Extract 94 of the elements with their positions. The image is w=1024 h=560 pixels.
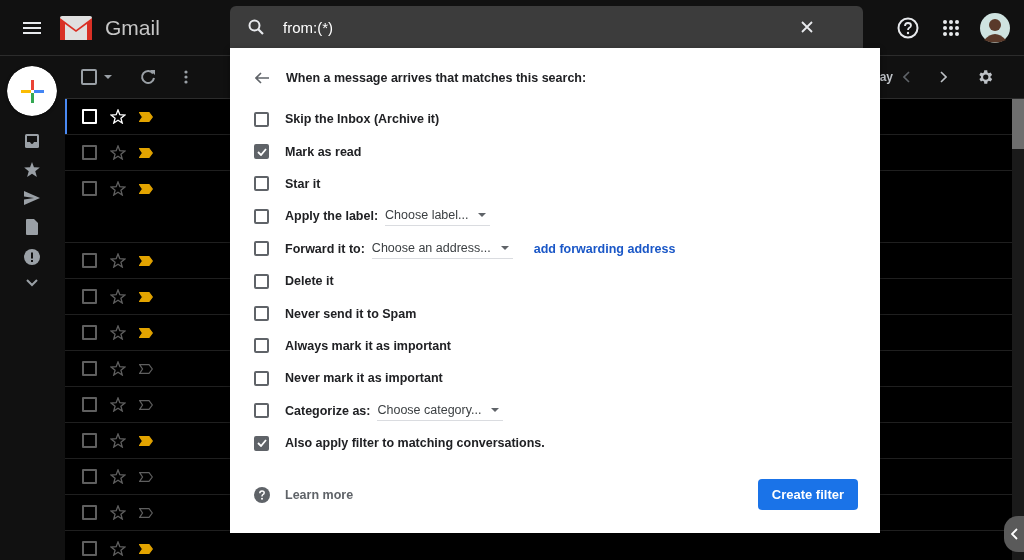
star-icon[interactable]	[110, 289, 126, 304]
chevron-left-icon[interactable]	[1010, 528, 1018, 540]
dropdown[interactable]: Choose an address...	[371, 238, 513, 259]
avatar[interactable]	[980, 12, 1010, 43]
row-checkbox[interactable]	[82, 181, 97, 196]
importance-marker-icon[interactable]	[139, 291, 153, 302]
importance-marker-icon[interactable]	[139, 471, 153, 482]
checkbox[interactable]	[254, 338, 269, 354]
row-checkbox[interactable]	[82, 541, 97, 556]
checkbox[interactable]	[254, 111, 269, 127]
option-label: Apply the label:	[285, 209, 379, 224]
checkbox[interactable]	[254, 176, 269, 192]
select-all-checkbox[interactable]	[81, 69, 97, 85]
alert-icon[interactable]	[23, 249, 40, 265]
expand-icon[interactable]	[25, 279, 38, 287]
envelope-logo-icon	[60, 15, 92, 40]
importance-marker-icon[interactable]	[139, 399, 153, 410]
checkbox[interactable]	[254, 273, 269, 289]
create-filter-button[interactable]: Create filter	[757, 479, 858, 511]
star-icon[interactable]	[110, 361, 126, 376]
row-checkbox[interactable]	[82, 325, 97, 340]
checkbox[interactable]	[254, 208, 269, 224]
search-icon[interactable]	[248, 19, 264, 35]
row-checkbox[interactable]	[82, 397, 97, 412]
scrollbar[interactable]	[1012, 99, 1024, 560]
checkbox[interactable]	[254, 144, 269, 160]
importance-marker-icon[interactable]	[139, 327, 153, 338]
star-icon[interactable]	[110, 145, 126, 160]
app-name: Gmail	[105, 15, 160, 40]
option-label: Categorize as:	[285, 403, 371, 418]
search-field[interactable]: from:(*)	[230, 6, 863, 48]
menu-icon[interactable]	[23, 21, 41, 34]
dialog-heading: When a message arrives that matches this search:	[286, 71, 587, 85]
row-checkbox[interactable]	[82, 145, 97, 160]
side-panel-toggle[interactable]	[1004, 516, 1024, 552]
option-label: Star it	[285, 176, 321, 191]
back-arrow-icon[interactable]	[255, 72, 269, 84]
more-icon[interactable]	[184, 70, 188, 84]
help-icon[interactable]	[897, 16, 919, 39]
importance-marker-icon[interactable]	[139, 435, 153, 446]
row-checkbox[interactable]	[82, 361, 97, 376]
caret-icon[interactable]	[478, 213, 487, 218]
next-page-icon[interactable]	[940, 71, 947, 83]
caret-icon[interactable]	[500, 245, 509, 250]
caret-icon[interactable]	[104, 75, 112, 79]
importance-marker-icon[interactable]	[139, 255, 153, 266]
importance-marker-icon[interactable]	[139, 183, 153, 194]
option-label: Never send it to Spam	[285, 306, 417, 321]
row-checkbox[interactable]	[82, 433, 97, 448]
close-icon[interactable]	[801, 21, 813, 33]
importance-marker-icon[interactable]	[139, 111, 153, 122]
option-label: Mark as read	[285, 144, 362, 159]
checkbox[interactable]	[254, 241, 269, 257]
importance-marker-icon[interactable]	[139, 363, 153, 374]
compose-button[interactable]	[6, 66, 57, 116]
importance-marker-icon[interactable]	[139, 147, 153, 158]
star-icon[interactable]	[110, 397, 126, 412]
previous-page-icon[interactable]	[903, 71, 910, 83]
document-icon[interactable]	[25, 219, 38, 235]
option-label: Skip the Inbox (Archive it)	[285, 112, 440, 127]
dropdown[interactable]: Choose category...	[377, 400, 504, 421]
star-icon[interactable]	[110, 541, 126, 556]
checkbox[interactable]	[254, 306, 269, 322]
star-icon[interactable]	[110, 253, 126, 268]
dropdown[interactable]: Choose label...	[385, 206, 491, 227]
star-icon[interactable]	[23, 162, 40, 177]
checkbox[interactable]	[254, 370, 269, 386]
learn-more-link[interactable]: Learn more	[285, 487, 354, 502]
row-checkbox[interactable]	[82, 253, 97, 268]
row-checkbox[interactable]	[82, 505, 97, 520]
option-label: Also apply filter to matching conversations.	[285, 436, 545, 451]
inbox-icon[interactable]	[24, 134, 39, 148]
refresh-icon[interactable]	[140, 69, 156, 85]
apps-grid-icon[interactable]	[943, 19, 959, 36]
star-icon[interactable]	[110, 505, 126, 520]
row-checkbox[interactable]	[82, 469, 97, 484]
row-checkbox[interactable]	[82, 289, 97, 304]
checkbox[interactable]	[254, 435, 269, 451]
send-icon[interactable]	[23, 191, 40, 205]
toolbar-text: ay	[879, 70, 893, 84]
checkbox[interactable]	[254, 403, 269, 419]
star-icon[interactable]	[110, 181, 126, 196]
option-label: Forward it to:	[285, 241, 365, 256]
option-label: Never mark it as important	[285, 371, 443, 386]
star-icon[interactable]	[110, 469, 126, 484]
option-label: Always mark it as important	[285, 338, 452, 353]
star-icon[interactable]	[110, 433, 126, 448]
importance-marker-icon[interactable]	[139, 507, 153, 518]
importance-marker-icon[interactable]	[139, 543, 153, 554]
star-icon[interactable]	[110, 325, 126, 340]
help-icon[interactable]	[254, 486, 270, 503]
add-forwarding-link[interactable]: add forwarding address	[533, 241, 676, 256]
option-label: Delete it	[285, 274, 334, 289]
caret-icon[interactable]	[491, 407, 500, 412]
